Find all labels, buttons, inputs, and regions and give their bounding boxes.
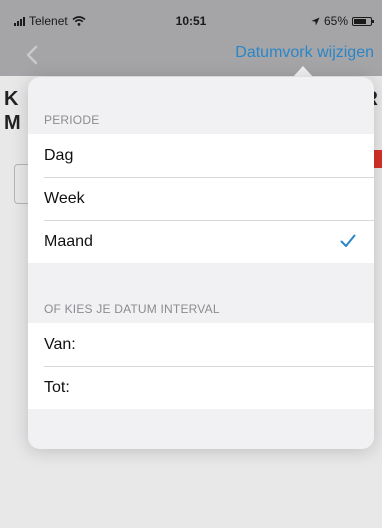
- location-arrow-icon: [311, 16, 320, 26]
- period-option-label: Dag: [44, 146, 74, 164]
- status-bar: Telenet 10:51 65%: [0, 0, 382, 34]
- periode-section-header: PERIODE: [44, 113, 100, 127]
- periode-list: Dag Week Maand: [28, 134, 374, 263]
- date-to-field[interactable]: Tot:: [28, 366, 374, 409]
- back-chevron-icon[interactable]: [22, 44, 44, 66]
- period-option-label: Maand: [44, 232, 93, 250]
- background-title-fragment: M: [4, 112, 21, 134]
- change-date-range-button[interactable]: Datumvork wijzigen: [235, 44, 374, 62]
- period-option-dag[interactable]: Dag: [28, 134, 374, 177]
- period-option-maand[interactable]: Maand: [28, 220, 374, 263]
- status-right: 65%: [311, 14, 374, 28]
- date-to-label: Tot:: [44, 378, 70, 396]
- battery-percentage: 65%: [323, 14, 348, 28]
- period-option-week[interactable]: Week: [28, 177, 374, 220]
- period-option-label: Week: [44, 189, 85, 207]
- interval-section-header: OF KIES JE DATUM INTERVAL: [44, 302, 220, 316]
- date-from-field[interactable]: Van:: [28, 323, 374, 366]
- background-title-fragment: K: [4, 88, 19, 110]
- battery-icon: [352, 16, 374, 26]
- checkmark-icon: [340, 234, 356, 247]
- date-range-popover: PERIODE Dag Week Maand OF KIES JE DATUM …: [28, 77, 374, 449]
- date-from-label: Van:: [44, 335, 76, 353]
- navigation-bar: Datumvork wijzigen: [0, 34, 382, 76]
- interval-list: Van: Tot:: [28, 323, 374, 409]
